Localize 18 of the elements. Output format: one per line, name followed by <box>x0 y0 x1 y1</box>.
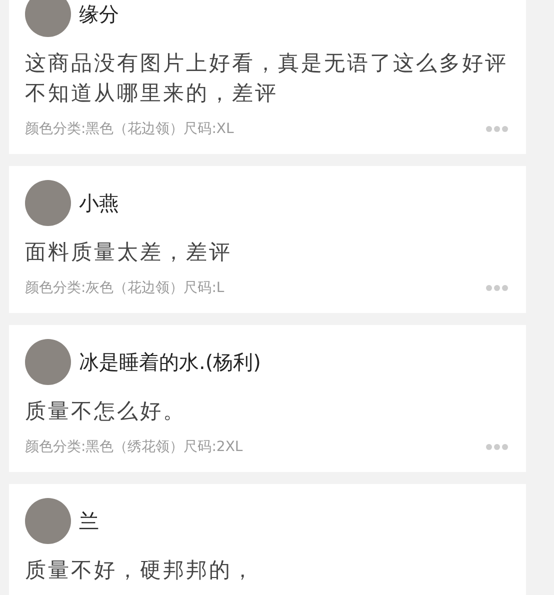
product-spec: 颜色分类:灰色（花边领）尺码:L <box>25 279 224 297</box>
avatar-photo <box>25 180 71 226</box>
product-spec: 颜色分类:黑色（绣花领）尺码:2XL <box>25 438 243 456</box>
review-text: 质量不好，硬邦邦的， <box>25 557 256 584</box>
product-spec: 颜色分类:黑色（花边领）尺码:XL <box>25 120 234 138</box>
reviewer-name: 小燕 <box>79 190 119 216</box>
avatar-photo <box>25 0 71 37</box>
more-icon[interactable] <box>486 444 508 450</box>
review-text: 这商品没有图片上好看，真是无语了这么多好评不知道从哪里来的，差评 <box>25 50 509 107</box>
avatar-photo <box>25 498 71 544</box>
reviewer-name: 缘分 <box>79 0 119 28</box>
reviewer-name: 冰是睡着的水.(杨利) <box>79 348 261 376</box>
reviewer-name: 兰 <box>79 508 99 534</box>
avatar-photo <box>25 339 71 385</box>
more-icon[interactable] <box>486 126 508 132</box>
more-icon[interactable] <box>486 285 508 291</box>
review-text: 面料质量太差，差评 <box>25 239 233 266</box>
review-text: 质量不怎么好。 <box>25 398 187 425</box>
